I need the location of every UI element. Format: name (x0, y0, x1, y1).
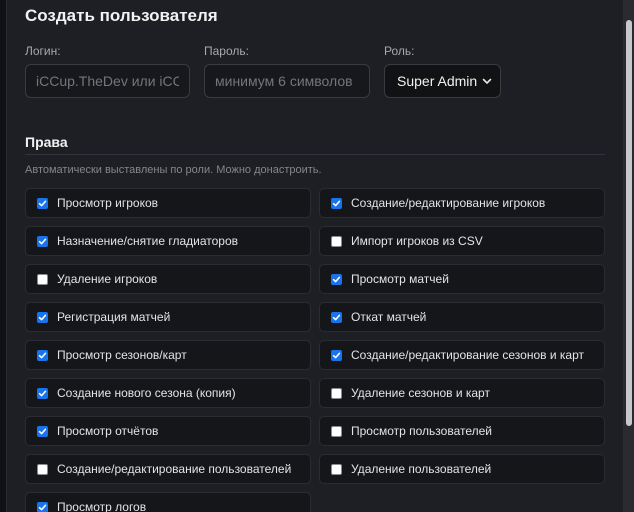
permission-label: Создание/редактирование игроков (351, 196, 546, 210)
permission-label: Просмотр матчей (351, 272, 449, 286)
role-select[interactable]: Super Admin (384, 64, 501, 98)
checkbox-checked[interactable] (331, 197, 342, 209)
checkbox-checked[interactable] (37, 197, 48, 209)
check-icon (38, 504, 47, 510)
scrollbar-thumb[interactable] (626, 20, 632, 426)
permission-item-8[interactable]: Откат матчей (319, 302, 605, 332)
checkbox-checked[interactable] (37, 501, 48, 512)
permission-label: Просмотр сезонов/карт (57, 348, 187, 362)
permission-label: Создание нового сезона (копия) (57, 386, 236, 400)
permission-item-3[interactable]: Назначение/снятие гладиаторов (25, 226, 311, 256)
modal-title: Создать пользователя (25, 6, 218, 25)
rights-divider (25, 154, 605, 155)
permission-item-7[interactable]: Регистрация матчей (25, 302, 311, 332)
checkbox-unchecked[interactable] (331, 425, 342, 437)
create-user-modal: Создать пользователя Логин: Пароль: Роль… (6, 0, 624, 512)
permission-item-9[interactable]: Просмотр сезонов/карт (25, 340, 311, 370)
check-icon (38, 390, 47, 396)
permission-label: Просмотр пользователей (351, 424, 493, 438)
permission-label: Импорт игроков из CSV (351, 234, 483, 248)
checkbox-checked[interactable] (37, 425, 48, 437)
permission-label: Просмотр логов (57, 500, 147, 512)
check-icon (38, 314, 47, 320)
permission-item-1[interactable]: Просмотр игроков (25, 188, 311, 218)
role-label: Роль: (384, 44, 415, 58)
checkbox-checked[interactable] (37, 311, 48, 323)
checkbox-unchecked[interactable] (331, 235, 342, 247)
permission-item-12[interactable]: Удаление сезонов и карт (319, 378, 605, 408)
permission-item-17[interactable]: Просмотр логов (25, 492, 311, 512)
password-input[interactable] (204, 64, 370, 98)
check-icon (38, 428, 47, 434)
permission-label: Откат матчей (351, 310, 427, 324)
permission-label: Создание/редактирование сезонов и карт (351, 348, 584, 362)
permission-item-15[interactable]: Создание/редактирование пользователей (25, 454, 311, 484)
permission-label: Удаление пользователей (351, 462, 492, 476)
check-icon (332, 200, 341, 206)
role-select-value: Super Admin (397, 73, 478, 89)
checkbox-checked[interactable] (331, 273, 342, 285)
rights-title: Права (25, 134, 68, 150)
permission-item-6[interactable]: Просмотр матчей (319, 264, 605, 294)
permission-item-10[interactable]: Создание/редактирование сезонов и карт (319, 340, 605, 370)
checkbox-checked[interactable] (331, 349, 342, 361)
chevron-down-icon (482, 78, 492, 84)
check-icon (332, 314, 341, 320)
permissions-grid: Просмотр игроков Создание/редактирование… (25, 188, 607, 512)
permission-label: Просмотр игроков (57, 196, 158, 210)
permission-item-11[interactable]: Создание нового сезона (копия) (25, 378, 311, 408)
checkbox-unchecked[interactable] (37, 273, 48, 285)
checkbox-unchecked[interactable] (331, 387, 342, 399)
permission-item-5[interactable]: Удаление игроков (25, 264, 311, 294)
permission-item-4[interactable]: Импорт игроков из CSV (319, 226, 605, 256)
login-label: Логин: (25, 44, 61, 58)
permission-label: Удаление сезонов и карт (351, 386, 490, 400)
check-icon (332, 276, 341, 282)
login-input[interactable] (25, 64, 190, 98)
rights-hint: Автоматически выставлены по роли. Можно … (25, 164, 322, 176)
checkbox-checked[interactable] (37, 387, 48, 399)
permission-label: Удаление игроков (57, 272, 158, 286)
permission-item-13[interactable]: Просмотр отчётов (25, 416, 311, 446)
permission-item-14[interactable]: Просмотр пользователей (319, 416, 605, 446)
check-icon (332, 352, 341, 358)
permission-item-2[interactable]: Создание/редактирование игроков (319, 188, 605, 218)
check-icon (38, 200, 47, 206)
permission-label: Создание/редактирование пользователей (57, 462, 292, 476)
permission-item-16[interactable]: Удаление пользователей (319, 454, 605, 484)
checkbox-unchecked[interactable] (331, 463, 342, 475)
check-icon (38, 238, 47, 244)
checkbox-checked[interactable] (37, 349, 48, 361)
permission-label: Назначение/снятие гладиаторов (57, 234, 239, 248)
checkbox-unchecked[interactable] (37, 463, 48, 475)
permission-label: Просмотр отчётов (57, 424, 159, 438)
check-icon (38, 352, 47, 358)
permission-label: Регистрация матчей (57, 310, 171, 324)
checkbox-checked[interactable] (331, 311, 342, 323)
checkbox-checked[interactable] (37, 235, 48, 247)
password-label: Пароль: (204, 44, 249, 58)
